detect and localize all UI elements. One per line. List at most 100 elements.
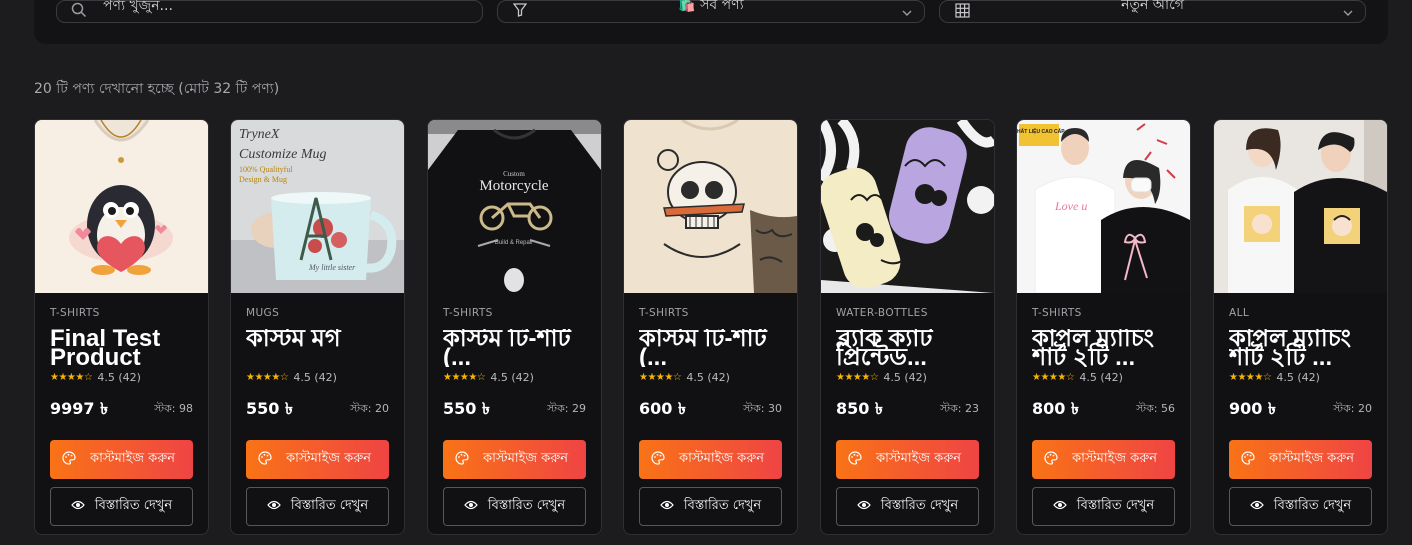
product-card[interactable]: ALL কাপল ম্যাচিং শার্ট ২টি ... ★★★★☆ 4.5…	[1213, 119, 1388, 535]
rating-text: 4.5 (42)	[293, 371, 337, 384]
product-image-custom-mug[interactable]: TryneX Customize Mug 100% Qualityful Des…	[231, 120, 404, 293]
product-rating: ★★★★☆ 4.5 (42)	[836, 371, 979, 384]
product-price: 9997 ৳	[50, 399, 109, 418]
mug-headline-text: Customize Mug	[239, 147, 327, 162]
product-stock: স্টক: 20	[350, 402, 389, 415]
shirt-build-text: Build & Repair	[495, 240, 533, 246]
view-details-button[interactable]: বিস্তারিত দেখুন	[836, 487, 979, 526]
customize-button[interactable]: কাস্টমাইজ করুন	[639, 440, 782, 479]
product-title[interactable]: ব্ল্যাক ক্যাট প্রিন্টেড...	[836, 329, 979, 367]
customize-button[interactable]: কাস্টমাইজ করুন	[1032, 440, 1175, 479]
star-rating-icon: ★★★★☆	[443, 372, 486, 383]
product-card[interactable]: T-SHIRTS কাস্টম টি-শার্ট (... ★★★★☆ 4.5 …	[623, 119, 798, 535]
rating-text: 4.5 (42)	[883, 371, 927, 384]
product-title[interactable]: Final Test Product	[50, 329, 193, 367]
customize-label: কাস্টমাইজ করুন	[679, 451, 765, 466]
product-card[interactable]: Custom Motorcycle Build & Repair T-SHIRT…	[427, 119, 602, 535]
rating-text: 4.5 (42)	[490, 371, 534, 384]
product-rating: ★★★★☆ 4.5 (42)	[639, 371, 782, 384]
customize-button[interactable]: কাস্টমাইজ করুন	[836, 440, 979, 479]
star-rating-icon: ★★★★☆	[1229, 372, 1272, 383]
product-card[interactable]: CHẤT LIỆU CAO CẤP Love u T-SHIRTS কাপল ম…	[1016, 119, 1191, 535]
product-title[interactable]: কাস্টম টি-শার্ট (...	[443, 329, 586, 367]
view-details-button[interactable]: বিস্তারিত দেখুন	[639, 487, 782, 526]
view-details-button[interactable]: বিস্তারিত দেখুন	[246, 487, 389, 526]
product-title[interactable]: কাপল ম্যাচিং শার্ট ২টি ...	[1229, 329, 1372, 367]
product-price: 800 ৳	[1032, 399, 1079, 418]
product-rating: ★★★★☆ 4.5 (42)	[50, 371, 193, 384]
category-select[interactable]: 🛍️ সব পণ্য	[497, 0, 925, 23]
customize-label: কাস্টমাইজ করুন	[286, 451, 372, 466]
mug-design-text: Design & Mug	[239, 175, 287, 184]
shirt-custom-text: Custom	[503, 170, 525, 178]
view-details-button[interactable]: বিস্তারিত দেখুন	[1229, 487, 1372, 526]
product-image-cat-bottles[interactable]	[821, 120, 994, 293]
sort-value: নতুন আগে	[1121, 0, 1184, 13]
category-value: 🛍️ সব পণ্য	[678, 0, 744, 13]
customize-button[interactable]: কাস্টমাইজ করুন	[246, 440, 389, 479]
details-label: বিস্তারিত দেখুন	[1076, 498, 1155, 513]
product-image-penguin-tshirt[interactable]	[35, 120, 208, 293]
badge-text-line1: CHẤT LIỆU CAO CẤP	[1017, 127, 1065, 135]
product-stock: স্টক: 56	[1136, 402, 1175, 415]
palette-icon	[1241, 450, 1255, 469]
rating-text: 4.5 (42)	[97, 371, 141, 384]
details-label: বিস্তারিত দেখুন	[880, 498, 959, 513]
product-image-motorcycle-tshirt[interactable]: Custom Motorcycle Build & Repair	[428, 120, 601, 293]
sort-select[interactable]: নতুন আগে	[939, 0, 1366, 23]
product-image-couple-love-tshirt[interactable]: CHẤT LIỆU CAO CẤP Love u	[1017, 120, 1190, 293]
palette-icon	[455, 450, 469, 469]
product-price: 900 ৳	[1229, 399, 1276, 418]
mug-brand-text: TryneX	[239, 127, 280, 142]
product-category: T-SHIRTS	[443, 307, 493, 319]
customize-label: কাস্টমাইজ করুন	[1072, 451, 1158, 466]
product-stock: স্টক: 98	[154, 402, 193, 415]
product-rating: ★★★★☆ 4.5 (42)	[443, 371, 586, 384]
product-category: MUGS	[246, 307, 280, 319]
details-label: বিস্তারিত দেখুন	[487, 498, 566, 513]
product-card[interactable]: TryneX Customize Mug 100% Qualityful Des…	[230, 119, 405, 535]
product-title[interactable]: কাপল ম্যাচিং শার্ট ২টি ...	[1032, 329, 1175, 367]
product-stock: স্টক: 30	[743, 402, 782, 415]
product-price: 550 ৳	[246, 399, 293, 418]
palette-icon	[1044, 450, 1058, 469]
view-details-button[interactable]: বিস্তারিত দেখুন	[1032, 487, 1175, 526]
product-category: WATER-BOTTLES	[836, 307, 928, 319]
eye-icon	[857, 499, 871, 514]
mug-quality-text: 100% Qualityful	[239, 165, 293, 174]
customize-button[interactable]: কাস্টমাইজ করুন	[1229, 440, 1372, 479]
product-price: 550 ৳	[443, 399, 490, 418]
search-input[interactable]: পণ্য খুঁজুন...	[56, 0, 483, 23]
filter-panel: পণ্য খুঁজুন... 🛍️ সব পণ্য নতুন আগে	[34, 0, 1388, 44]
product-stock: স্টক: 23	[940, 402, 979, 415]
eye-icon	[464, 499, 478, 514]
product-rating: ★★★★☆ 4.5 (42)	[1032, 371, 1175, 384]
product-image-skull-tshirt[interactable]	[624, 120, 797, 293]
details-label: বিস্তারিত দেখুন	[683, 498, 762, 513]
product-card[interactable]: WATER-BOTTLES ব্ল্যাক ক্যাট প্রিন্টেড...…	[820, 119, 995, 535]
product-stock: স্টক: 29	[547, 402, 586, 415]
search-icon	[71, 2, 87, 18]
product-category: T-SHIRTS	[639, 307, 689, 319]
product-stock: স্টক: 20	[1333, 402, 1372, 415]
product-category: ALL	[1229, 307, 1250, 319]
shirt-motorcycle-text: Motorcycle	[479, 178, 548, 194]
customize-button[interactable]: কাস্টমাইজ করুন	[443, 440, 586, 479]
details-label: বিস্তারিত দেখুন	[290, 498, 369, 513]
palette-icon	[62, 450, 76, 469]
product-category: T-SHIRTS	[1032, 307, 1082, 319]
view-details-button[interactable]: বিস্তারিত দেখুন	[443, 487, 586, 526]
customize-button[interactable]: কাস্টমাইজ করুন	[50, 440, 193, 479]
palette-icon	[651, 450, 665, 469]
view-details-button[interactable]: বিস্তারিত দেখুন	[50, 487, 193, 526]
eye-icon	[267, 499, 281, 514]
rating-text: 4.5 (42)	[1079, 371, 1123, 384]
star-rating-icon: ★★★★☆	[1032, 372, 1075, 383]
product-category: T-SHIRTS	[50, 307, 100, 319]
product-title[interactable]: কাস্টম মগ	[246, 329, 389, 367]
eye-icon	[71, 499, 85, 514]
product-card[interactable]: T-SHIRTS Final Test Product ★★★★☆ 4.5 (4…	[34, 119, 209, 535]
product-image-couple-cartoon-tshirt[interactable]	[1214, 120, 1387, 293]
product-title[interactable]: কাস্টম টি-শার্ট (...	[639, 329, 782, 367]
star-rating-icon: ★★★★☆	[639, 372, 682, 383]
